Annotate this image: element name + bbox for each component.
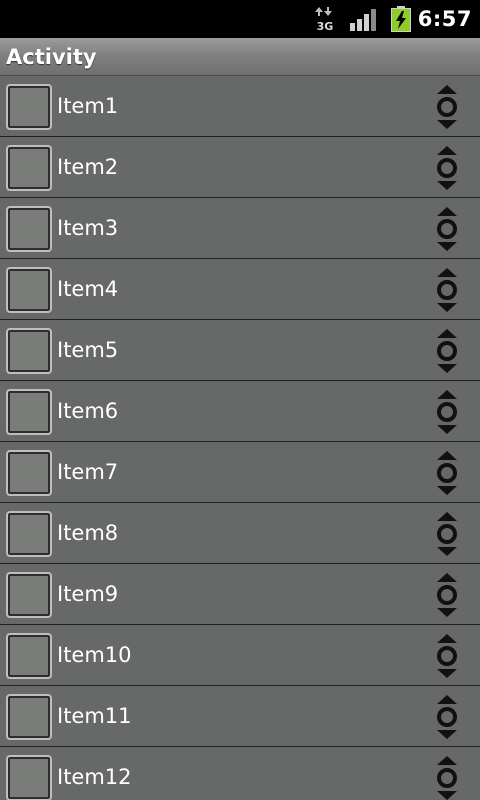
list-item[interactable]: Item10: [0, 625, 480, 686]
list-item-label: Item1: [57, 94, 119, 118]
list-item[interactable]: Item5: [0, 320, 480, 381]
drag-handle-icon[interactable]: [434, 634, 460, 678]
list-item-label: Item3: [57, 216, 119, 240]
list-item[interactable]: Item1: [0, 76, 480, 137]
list-item[interactable]: Item4: [0, 259, 480, 320]
list-item-label: Item10: [57, 643, 132, 667]
drag-handle-icon[interactable]: [434, 390, 460, 434]
svg-text:3G: 3G: [317, 20, 334, 31]
battery-charging-icon: [391, 6, 411, 32]
signal-strength-icon: [350, 9, 376, 31]
checkbox[interactable]: [6, 450, 52, 496]
network-3g-icon: 3G: [315, 7, 334, 31]
checkbox[interactable]: [6, 206, 52, 252]
checkbox[interactable]: [6, 328, 52, 374]
drag-handle-icon[interactable]: [434, 329, 460, 373]
checkbox[interactable]: [6, 145, 52, 191]
list-item-label: Item11: [57, 704, 132, 728]
list-item[interactable]: Item2: [0, 137, 480, 198]
page-title: Activity: [6, 45, 97, 69]
list-item[interactable]: Item9: [0, 564, 480, 625]
list-item-label: Item8: [57, 521, 119, 545]
checkbox[interactable]: [6, 84, 52, 130]
drag-handle-icon[interactable]: [434, 268, 460, 312]
drag-handle-icon[interactable]: [434, 756, 460, 800]
list-item-label: Item9: [57, 582, 119, 606]
drag-handle-icon[interactable]: [434, 695, 460, 739]
list-item-label: Item12: [57, 765, 132, 789]
list-item[interactable]: Item7: [0, 442, 480, 503]
drag-handle-icon[interactable]: [434, 573, 460, 617]
clock: 6:57: [417, 7, 472, 31]
checkbox[interactable]: [6, 511, 52, 557]
item-list[interactable]: Item1 Item2 Item3 Item4 Item5 Item6 Item7 Item8…: [0, 76, 480, 800]
checkbox[interactable]: [6, 633, 52, 679]
title-bar: Activity: [0, 38, 480, 76]
list-item[interactable]: Item3: [0, 198, 480, 259]
drag-handle-icon[interactable]: [434, 146, 460, 190]
list-item[interactable]: Item6: [0, 381, 480, 442]
status-bar: 3G 6:57: [0, 0, 480, 38]
drag-handle-icon[interactable]: [434, 451, 460, 495]
checkbox[interactable]: [6, 694, 52, 740]
drag-handle-icon[interactable]: [434, 85, 460, 129]
list-item-label: Item7: [57, 460, 119, 484]
list-item-label: Item6: [57, 399, 119, 423]
drag-handle-icon[interactable]: [434, 512, 460, 556]
list-item[interactable]: Item11: [0, 686, 480, 747]
checkbox[interactable]: [6, 572, 52, 618]
checkbox[interactable]: [6, 389, 52, 435]
list-item-label: Item5: [57, 338, 119, 362]
list-item[interactable]: Item8: [0, 503, 480, 564]
list-item[interactable]: Item12: [0, 747, 480, 800]
checkbox[interactable]: [6, 755, 52, 800]
checkbox[interactable]: [6, 267, 52, 313]
list-item-label: Item4: [57, 277, 119, 301]
drag-handle-icon[interactable]: [434, 207, 460, 251]
list-item-label: Item2: [57, 155, 119, 179]
